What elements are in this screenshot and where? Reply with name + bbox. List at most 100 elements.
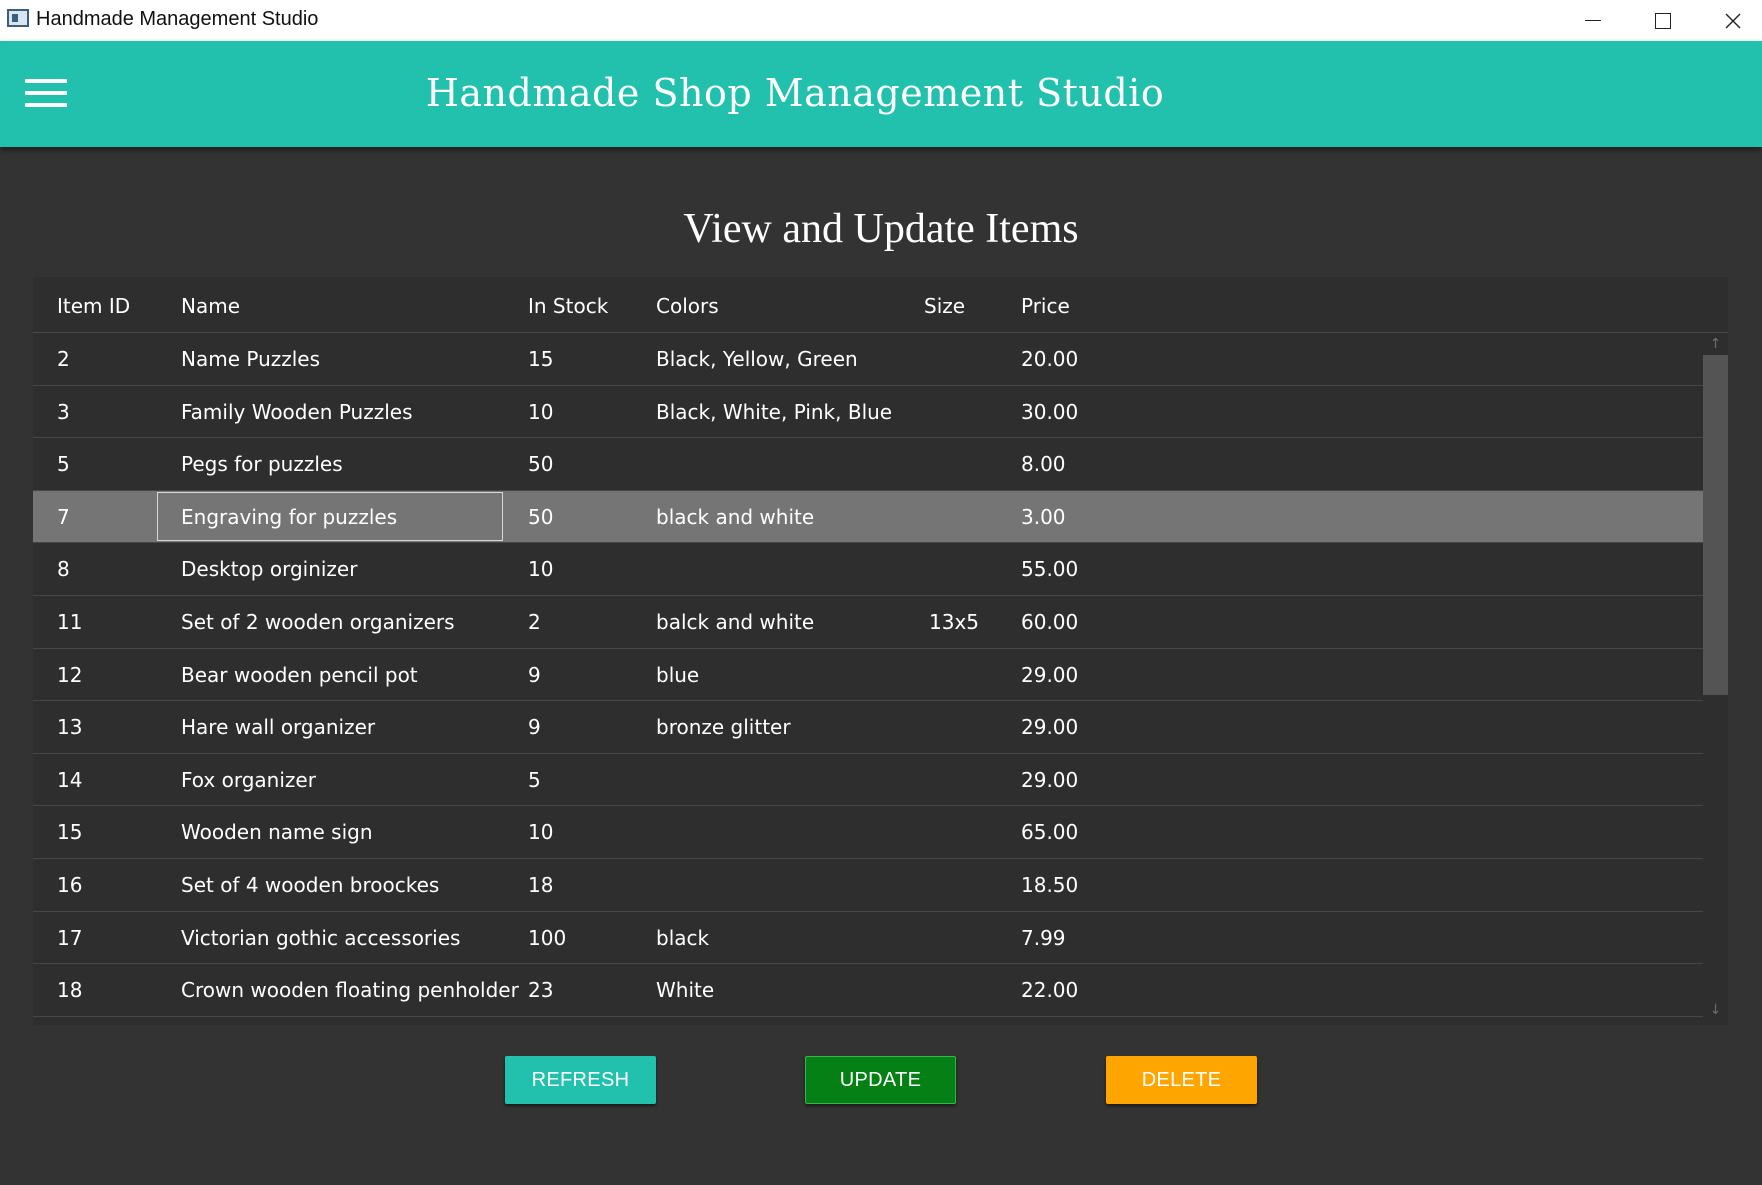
cell-in-stock[interactable]: 18 (528, 873, 553, 897)
update-button[interactable]: UPDATE (805, 1056, 956, 1104)
app-icon (7, 9, 29, 27)
table-row[interactable]: 8 Desktop orginizer 10 55.00 (33, 543, 1703, 596)
vertical-scrollbar[interactable]: ↑ ↓ (1703, 333, 1728, 1025)
cell-item-id[interactable]: 2 (57, 347, 70, 371)
table-row[interactable]: 16 Set of 4 wooden broockes 18 18.50 (33, 859, 1703, 912)
cell-name[interactable]: Desktop orginizer (181, 557, 357, 581)
table-row[interactable]: 3 Family Wooden Puzzles 10 Black, White, P… (33, 386, 1703, 439)
cell-item-id[interactable]: 5 (57, 452, 70, 476)
cell-in-stock[interactable]: 9 (528, 715, 541, 739)
table-row[interactable]: 7 Engraving for puzzles 50 black and white… (33, 490, 1703, 544)
scrollbar-thumb[interactable] (1703, 355, 1728, 695)
cell-colors[interactable]: black and white (656, 505, 814, 529)
table-row[interactable]: 11 Set of 2 wooden organizers 2 balck and w… (33, 596, 1703, 649)
cell-in-stock[interactable]: 5 (528, 768, 541, 792)
cell-item-id[interactable]: 12 (57, 663, 82, 687)
cell-price[interactable]: 20.00 (1021, 347, 1078, 371)
table-row[interactable]: 12 Bear wooden pencil pot 9 blue 29.00 (33, 649, 1703, 702)
cell-item-id[interactable]: 14 (57, 768, 82, 792)
cell-colors[interactable]: blue (656, 663, 699, 687)
cell-in-stock[interactable]: 10 (528, 557, 553, 581)
cell-colors[interactable]: Black, Yellow, Green (656, 347, 858, 371)
cell-name[interactable]: Name Puzzles (181, 347, 320, 371)
column-header-colors[interactable]: Colors (656, 294, 719, 318)
cell-item-id[interactable]: 18 (57, 978, 82, 1002)
table-row[interactable]: 2 Name Puzzles 15 Black, Yellow, Green 20.0… (33, 333, 1703, 386)
cell-name[interactable]: Pegs for puzzles (181, 452, 343, 476)
cell-in-stock[interactable]: 10 (528, 400, 553, 424)
cell-price[interactable]: 29.00 (1021, 768, 1078, 792)
column-header-name[interactable]: Name (181, 294, 240, 318)
cell-name[interactable]: Bear wooden pencil pot (181, 663, 418, 687)
cell-colors[interactable]: black (656, 926, 709, 950)
cell-name[interactable]: Fox organizer (181, 768, 316, 792)
cell-price[interactable]: 18.50 (1021, 873, 1078, 897)
cell-price[interactable]: 29.00 (1021, 715, 1078, 739)
cell-size[interactable]: 13x5 (929, 610, 979, 634)
cell-price[interactable]: 65.00 (1021, 820, 1078, 844)
maximize-icon (1655, 12, 1671, 29)
cell-price[interactable]: 29.00 (1021, 663, 1078, 687)
cell-in-stock[interactable]: 9 (528, 663, 541, 687)
cell-name[interactable]: Crown wooden floating penholder (181, 978, 519, 1002)
table-row[interactable]: 5 Pegs for puzzles 50 8.00 (33, 438, 1703, 491)
cell-price[interactable]: 60.00 (1021, 610, 1078, 634)
cell-item-id[interactable]: 13 (57, 715, 82, 739)
cell-item-id[interactable]: 11 (57, 610, 82, 634)
table-row[interactable]: 14 Fox organizer 5 29.00 (33, 754, 1703, 807)
table-row[interactable]: 13 Hare wall organizer 9 bronze glitter 29.0… (33, 701, 1703, 754)
cell-colors[interactable]: White (656, 978, 714, 1002)
cell-name[interactable]: Family Wooden Puzzles (181, 400, 412, 424)
table-body: 2 Name Puzzles 15 Black, Yellow, Green 20.0… (33, 333, 1703, 1017)
cell-in-stock[interactable]: 50 (528, 452, 553, 476)
column-header-in-stock[interactable]: In Stock (528, 294, 608, 318)
page-title: View and Update Items (683, 206, 1079, 252)
cell-price[interactable]: 8.00 (1021, 452, 1066, 476)
refresh-button[interactable]: REFRESH (505, 1056, 656, 1104)
cell-item-id[interactable]: 15 (57, 820, 82, 844)
cell-colors[interactable]: Black, White, Pink, Blue (656, 400, 892, 424)
minimize-button[interactable] (1558, 0, 1628, 41)
cell-in-stock[interactable]: 10 (528, 820, 553, 844)
close-icon (1725, 13, 1741, 28)
cell-in-stock[interactable]: 2 (528, 610, 541, 634)
arrow-up-icon[interactable]: ↑ (1703, 333, 1728, 355)
cell-item-id[interactable]: 8 (57, 557, 70, 581)
cell-item-id[interactable]: 7 (57, 505, 70, 529)
close-button[interactable] (1698, 0, 1762, 41)
table-row[interactable]: 18 Crown wooden floating penholder 23 White… (33, 964, 1703, 1017)
table-row[interactable]: 17 Victorian gothic accessories 100 black 7.… (33, 912, 1703, 965)
cell-price[interactable]: 7.99 (1021, 926, 1066, 950)
cell-in-stock[interactable]: 50 (528, 505, 553, 529)
cell-in-stock[interactable]: 100 (528, 926, 566, 950)
items-table: Item ID Name In Stock Colors Size Price … (33, 277, 1728, 1025)
cell-colors[interactable]: bronze glitter (656, 715, 791, 739)
cell-item-id[interactable]: 3 (57, 400, 70, 424)
window-titlebar: Handmade Management Studio (0, 0, 1762, 41)
cell-name[interactable]: Wooden name sign (181, 820, 373, 844)
cell-price[interactable]: 30.00 (1021, 400, 1078, 424)
cell-item-id[interactable]: 17 (57, 926, 82, 950)
cell-in-stock[interactable]: 15 (528, 347, 553, 371)
cell-name[interactable]: Set of 4 wooden broockes (181, 873, 439, 897)
app-title: Handmade Shop Management Studio (425, 71, 1165, 115)
minimize-icon (1585, 20, 1601, 21)
window-title: Handmade Management Studio (36, 8, 319, 30)
delete-button[interactable]: DELETE (1106, 1056, 1257, 1104)
cell-in-stock[interactable]: 23 (528, 978, 553, 1002)
table-row[interactable]: 15 Wooden name sign 10 65.00 (33, 806, 1703, 859)
arrow-down-icon[interactable]: ↓ (1703, 999, 1728, 1021)
cell-price[interactable]: 55.00 (1021, 557, 1078, 581)
column-header-size[interactable]: Size (924, 294, 965, 318)
cell-name[interactable]: Victorian gothic accessories (181, 926, 460, 950)
column-header-price[interactable]: Price (1021, 294, 1070, 318)
maximize-button[interactable] (1628, 0, 1698, 41)
cell-price[interactable]: 3.00 (1021, 505, 1066, 529)
cell-colors[interactable]: balck and white (656, 610, 814, 634)
cell-item-id[interactable]: 16 (57, 873, 82, 897)
column-header-item-id[interactable]: Item ID (57, 294, 130, 318)
cell-name[interactable]: Set of 2 wooden organizers (181, 610, 455, 634)
cell-name[interactable]: Hare wall organizer (181, 715, 375, 739)
cell-price[interactable]: 22.00 (1021, 978, 1078, 1002)
cell-name[interactable]: Engraving for puzzles (181, 505, 397, 529)
